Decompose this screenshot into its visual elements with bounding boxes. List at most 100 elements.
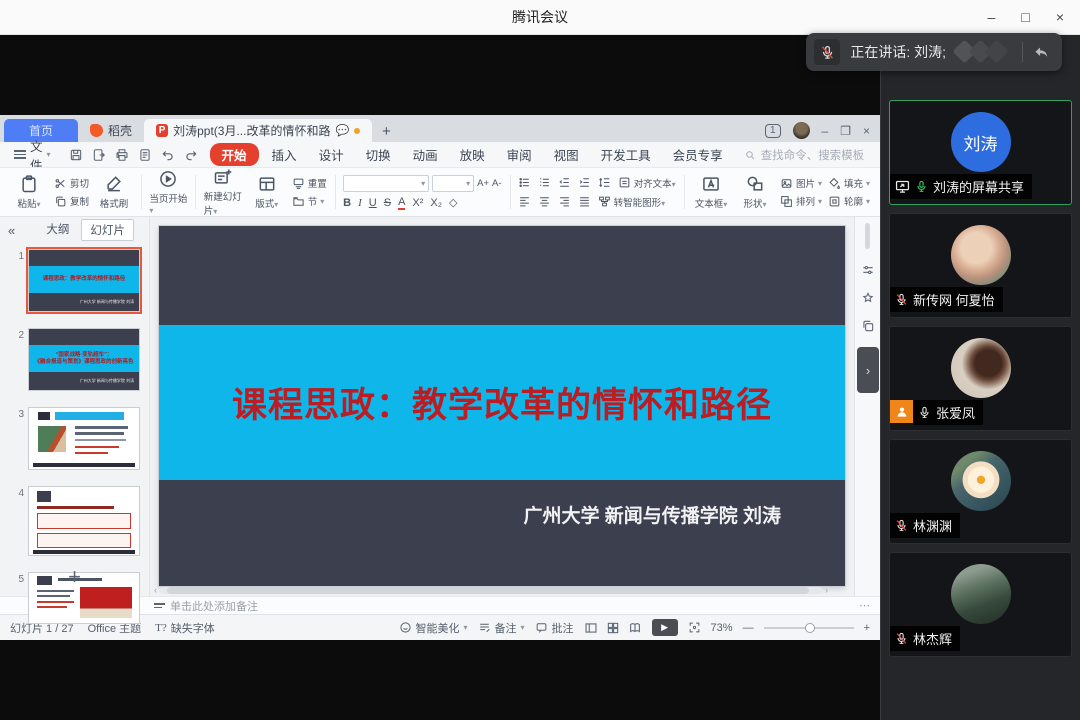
slide-thumbnail-4[interactable] — [28, 486, 140, 556]
scroll-left-icon[interactable]: ‹ — [154, 585, 157, 595]
collapse-panel-button[interactable]: « — [0, 223, 23, 238]
tab-docer[interactable]: 稻壳 — [78, 119, 144, 142]
font-color-button[interactable]: A — [398, 196, 405, 210]
align-justify-icon[interactable] — [578, 195, 591, 208]
scroll-right-icon[interactable]: › — [825, 585, 828, 595]
participant-tile[interactable]: 新传网 何夏怡 — [889, 213, 1072, 318]
menu-member[interactable]: 会员专享 — [664, 143, 732, 166]
zoom-slider[interactable] — [764, 627, 854, 629]
minimize-button[interactable]: – — [988, 9, 996, 25]
align-right-icon[interactable] — [558, 195, 571, 208]
shapes-button[interactable]: 形状▾ — [736, 174, 774, 210]
font-size-select[interactable]: ▾ — [432, 175, 474, 192]
align-center-icon[interactable] — [538, 195, 551, 208]
indent-decrease-icon[interactable] — [558, 176, 571, 189]
underline-button[interactable]: U — [369, 197, 377, 209]
line-spacing-icon[interactable] — [598, 176, 611, 189]
paste-button[interactable]: 粘贴▾ — [10, 174, 48, 210]
close-button[interactable]: × — [1056, 9, 1064, 25]
menu-review[interactable]: 审阅 — [498, 143, 541, 166]
align-left-icon[interactable] — [518, 195, 531, 208]
slideshow-play-button[interactable]: ▶ — [652, 619, 678, 636]
menu-start[interactable]: 开始 — [210, 143, 259, 166]
subscript-button[interactable]: X₂ — [430, 197, 442, 209]
strikethrough-button[interactable]: S — [384, 197, 391, 209]
copy-button[interactable]: 复制 — [54, 194, 89, 208]
menu-view[interactable]: 视图 — [545, 143, 588, 166]
reply-icon[interactable] — [1033, 44, 1050, 61]
clear-format-button[interactable]: ◇ — [449, 196, 457, 209]
vertical-scrollbar[interactable] — [865, 223, 870, 249]
participant-tile[interactable]: 张爱凤 — [889, 326, 1072, 431]
export-icon[interactable] — [92, 148, 106, 162]
slide-thumbnail-3[interactable] — [28, 407, 140, 470]
beautify-star-icon[interactable] — [861, 291, 875, 305]
tab-document[interactable]: P 刘涛ppt(3月...改革的情怀和路径 💬 — [144, 119, 372, 142]
horizontal-scrollbar[interactable]: ‹ › — [154, 586, 828, 594]
slide-thumbnail-1[interactable]: 课程思政：教学改革的情怀和路径 广州大学 新闻与传播学院 刘涛 — [28, 249, 140, 312]
participant-tile[interactable]: 林渊渊 — [889, 439, 1072, 544]
smart-beautify-button[interactable]: 智能美化▾ — [399, 620, 468, 636]
new-slide-button[interactable]: 新建幻灯片▾ — [204, 167, 242, 217]
menu-insert[interactable]: 插入 — [263, 143, 306, 166]
wps-account-avatar[interactable] — [793, 122, 810, 139]
properties-icon[interactable] — [861, 263, 875, 277]
add-slide-button[interactable]: + — [0, 564, 149, 590]
menu-animation[interactable]: 动画 — [404, 143, 447, 166]
command-search-input[interactable]: 查找命令、搜索模板 — [736, 145, 886, 165]
reset-slide-button[interactable]: 重置 — [292, 176, 327, 190]
participant-tile[interactable]: 林杰辉 — [889, 552, 1072, 657]
play-from-current-button[interactable]: 当页开始▾ — [149, 169, 187, 216]
toast-muted-mic-icon[interactable] — [814, 39, 840, 65]
normal-view-icon[interactable] — [584, 621, 598, 635]
increase-font-button[interactable]: A+ — [477, 178, 489, 189]
fill-button[interactable]: 填充▾ — [828, 176, 870, 190]
section-button[interactable]: 节▾ — [292, 194, 327, 208]
font-name-select[interactable]: ▾ — [343, 175, 429, 192]
slide-layout-button[interactable]: 版式▾ — [248, 174, 286, 210]
to-smartart-button[interactable]: 转智能图形▾ — [598, 195, 665, 209]
comments-button[interactable]: 批注 — [535, 620, 574, 636]
bullets-icon[interactable] — [518, 176, 531, 189]
new-tab-button[interactable]: + — [372, 123, 401, 142]
notes-toggle-button[interactable]: 备注▾ — [478, 620, 525, 636]
italic-button[interactable]: I — [358, 197, 362, 209]
numbering-icon[interactable] — [538, 176, 551, 189]
textbox-button[interactable]: 文本框▾ — [692, 174, 730, 210]
save-icon[interactable] — [69, 148, 83, 162]
menu-slideshow[interactable]: 放映 — [451, 143, 494, 166]
notes-more-button[interactable]: ⋯ — [859, 599, 870, 612]
cut-button[interactable]: 剪切 — [54, 176, 89, 190]
fit-screen-icon[interactable] — [688, 621, 701, 634]
reading-view-icon[interactable] — [628, 621, 642, 635]
bold-button[interactable]: B — [343, 197, 351, 209]
zoom-in-button[interactable]: + — [864, 622, 870, 634]
menu-design[interactable]: 设计 — [310, 143, 353, 166]
wps-close-button[interactable]: × — [863, 124, 870, 138]
sorter-view-icon[interactable] — [606, 621, 620, 635]
menu-devtools[interactable]: 开发工具 — [592, 143, 660, 166]
picture-button[interactable]: 图片▾ — [780, 176, 822, 190]
redo-icon[interactable] — [184, 148, 198, 162]
missing-font-button[interactable]: T? 缺失字体 — [155, 620, 215, 636]
undo-icon[interactable] — [161, 148, 175, 162]
slides-copy-icon[interactable] — [861, 319, 875, 333]
slide-thumbnail-2[interactable]: “国家战略·变轨超车”： 《融合报道与策划》课程思政的创新亮色 广州大学 新闻与… — [28, 328, 140, 391]
tab-outline[interactable]: 大纲 — [38, 219, 77, 241]
participant-tile[interactable]: 刘涛 刘涛的屏幕共享 — [889, 100, 1072, 205]
expand-sidebar-tab[interactable]: › — [857, 347, 879, 393]
wps-restore-button[interactable]: ❐ — [840, 124, 851, 138]
superscript-button[interactable]: X² — [412, 197, 423, 209]
arrange-button[interactable]: 排列▾ — [780, 194, 822, 208]
indent-increase-icon[interactable] — [578, 176, 591, 189]
zoom-out-button[interactable]: — — [743, 622, 754, 634]
align-text-button[interactable]: 对齐文本▾ — [618, 176, 676, 190]
preview-icon[interactable] — [138, 148, 152, 162]
menu-transition[interactable]: 切换 — [357, 143, 400, 166]
window-count-badge[interactable]: 1 — [765, 124, 781, 138]
zoom-level[interactable]: 73% — [711, 622, 733, 634]
format-painter-button[interactable]: 格式刷 — [95, 174, 133, 210]
wps-minimize-button[interactable]: – — [822, 124, 829, 138]
print-icon[interactable] — [115, 148, 129, 162]
maximize-button[interactable]: □ — [1021, 9, 1029, 25]
